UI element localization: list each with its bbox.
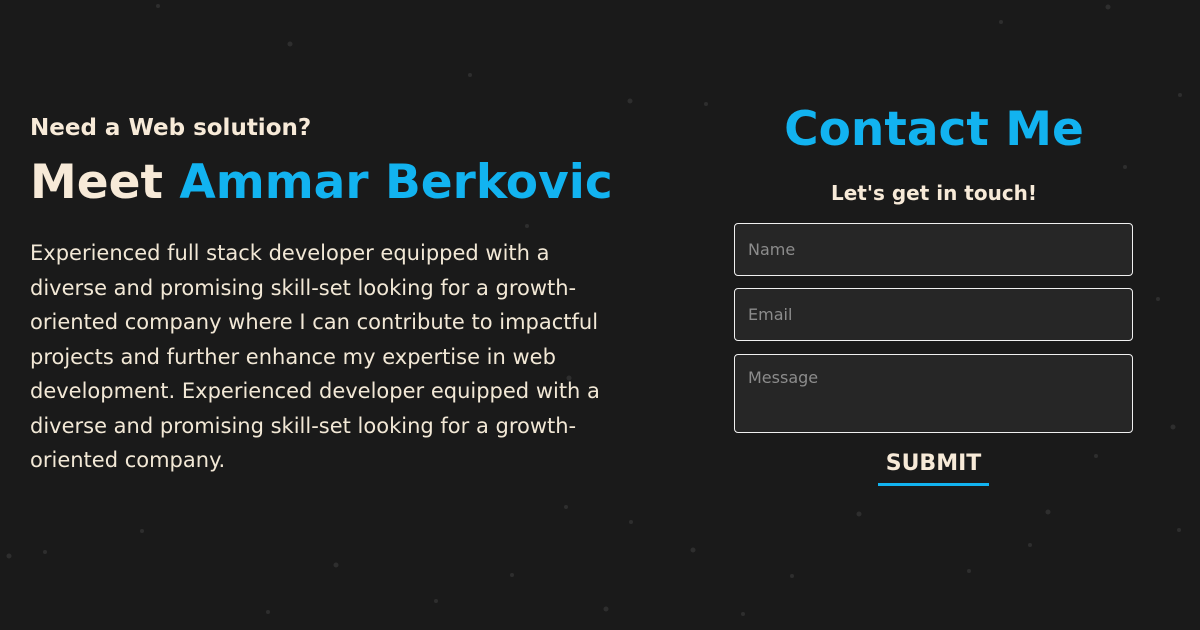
submit-button[interactable]: SUBMIT <box>878 444 989 486</box>
hero-bio: Experienced full stack developer equippe… <box>30 241 600 472</box>
headline-prefix: Meet <box>30 155 180 210</box>
contact-form: Contact Me Let's get in touch! SUBMIT <box>734 100 1134 486</box>
headline-name: Ammar Berkovic <box>179 155 613 210</box>
message-textarea[interactable] <box>734 354 1133 433</box>
name-input[interactable] <box>734 223 1133 276</box>
hero-headline: Meet Ammar Berkovic <box>30 154 620 212</box>
hero-eyebrow: Need a Web solution? <box>30 115 312 141</box>
contact-subtitle: Let's get in touch! <box>830 181 1038 205</box>
email-input[interactable] <box>734 288 1133 341</box>
hero-section: Need a Web solution? Meet Ammar Berkovic… <box>30 110 620 478</box>
contact-title: Contact Me <box>784 102 1084 157</box>
